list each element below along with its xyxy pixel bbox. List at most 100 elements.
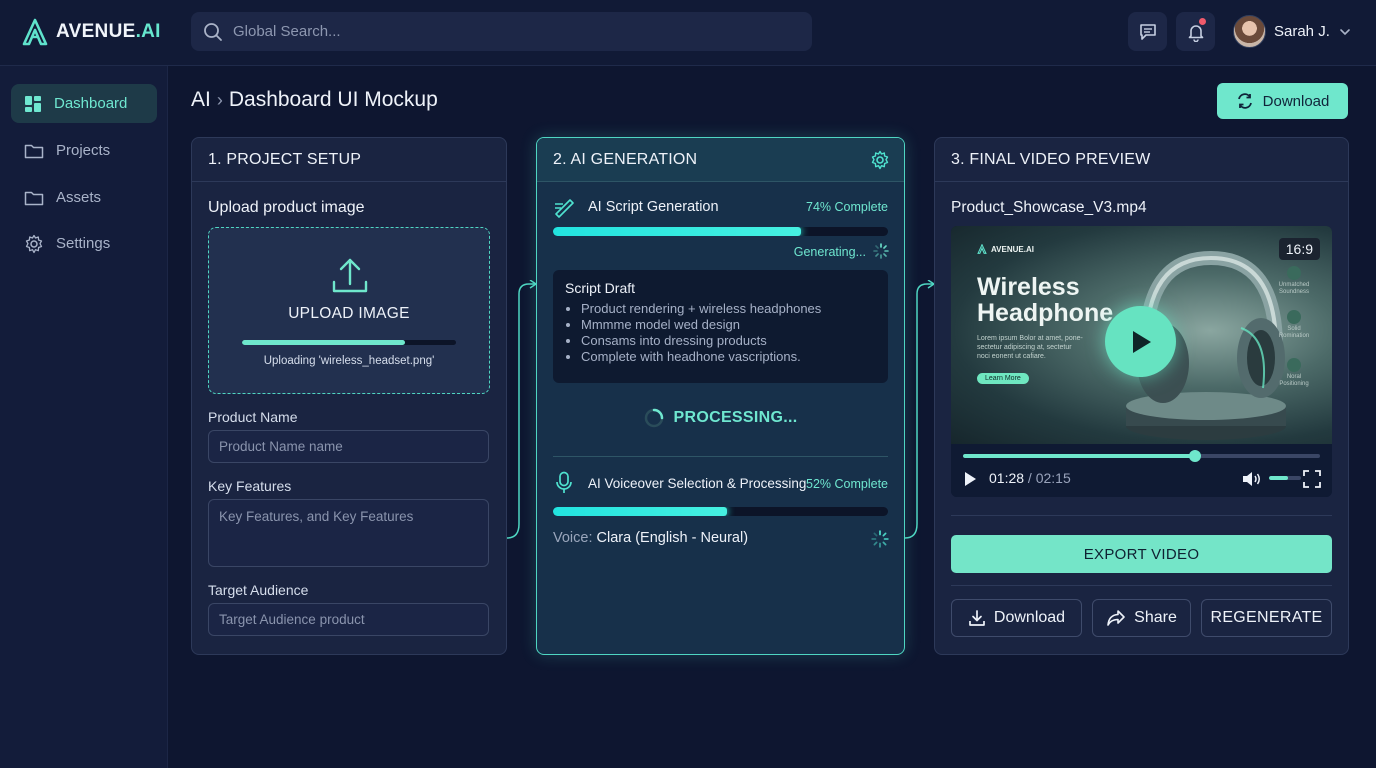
script-generation-label: AI Script Generation [588,199,719,215]
download-button[interactable]: Download [1217,83,1348,119]
divider [553,456,888,457]
notification-dot [1199,18,1206,25]
sidebar-item-label: Settings [56,235,111,252]
key-features-label: Key Features [208,478,292,494]
breadcrumb-root[interactable]: AI [191,88,211,112]
processing-text: PROCESSING... [673,409,798,426]
logo-text: AVENUE.AI [56,21,161,42]
thumbnail-feature: Noral Positioning [1271,358,1317,388]
export-video-button[interactable]: EXPORT VIDEO [951,535,1332,573]
panel-header: 2. AI GENERATION [537,138,904,182]
sidebar-item-settings[interactable]: Settings [11,224,157,263]
list-item: Mmmme model wed design [581,317,821,333]
sidebar-item-dashboard[interactable]: Dashboard [11,84,157,123]
regenerate-button[interactable]: REGENERATE [1201,599,1332,637]
voice-prefix: Voice: [553,530,593,546]
playback-time: 01:28 / 02:15 [989,470,1071,486]
flow-connector-1 [506,280,538,539]
key-features-field[interactable] [208,499,489,567]
upload-image-button[interactable]: UPLOAD IMAGE [209,305,489,323]
ai-generation-panel: 2. AI GENERATION AI Script Generation 74… [536,137,905,655]
voice-value: Clara (English - Neural) [596,530,749,546]
chevron-down-icon[interactable] [1338,25,1352,39]
page-title: Dashboard UI Mockup [228,88,438,111]
product-name-field[interactable] [208,430,489,463]
messages-button[interactable] [1128,12,1167,51]
upload-label: Upload product image [208,199,365,216]
upload-icon [332,258,368,293]
upload-progress-fill [242,340,405,345]
feature-icon [1287,266,1301,280]
panel-title: 3. FINAL VIDEO PREVIEW [935,138,1348,182]
gear-icon[interactable] [870,150,890,170]
top-bar: AVENUE.AI Sarah J. [0,0,1376,66]
fullscreen-icon[interactable] [1303,470,1321,488]
voiceover-progress-bar [553,507,888,516]
video-controls: 01:28 / 02:15 [951,444,1332,497]
target-audience-field[interactable] [208,603,489,636]
voiceover-label: AI Voiceover Selection & Processing [588,476,807,491]
list-item: Complete with headhone vascriptions. [581,349,821,365]
script-progress-fill [553,227,801,236]
microphone-icon [556,471,572,493]
learn-more-button: Learn More [977,373,1029,384]
download-video-button[interactable]: Download [951,599,1082,637]
script-draft-list: Product rendering + wireless headphones … [581,301,821,365]
play-icon[interactable] [963,471,977,487]
upload-progress-bar [242,340,456,345]
sidebar-item-label: Assets [56,189,102,206]
user-name: Sarah J. [1274,23,1330,40]
dashboard-grid-icon [25,95,41,112]
panel-title: 1. PROJECT SETUP [192,138,506,182]
generating-status: Generating... [793,245,866,259]
logo-icon [977,244,987,254]
video-seek-fill [963,454,1196,458]
script-progress-bar [553,227,888,236]
sidebar-item-projects[interactable]: Projects [11,131,157,170]
chat-icon [1139,23,1156,40]
loading-spinner-icon [873,243,889,259]
voiceover-progress-percent: 52% Complete [806,477,888,491]
video-seek-bar[interactable] [963,454,1320,458]
sidebar: Dashboard Projects Assets Settings [0,66,168,768]
thumbnail-feature: Unmatched Soundness [1271,266,1317,296]
script-pen-icon [555,199,574,218]
thumbnail-copy: Lorem ipsum Bolor at amet, pone- sectetu… [977,335,1083,360]
flow-connector-2 [904,280,936,539]
folder-icon [24,144,44,158]
upload-dropzone[interactable]: UPLOAD IMAGE Uploading 'wireless_headset… [208,227,490,394]
avatar[interactable] [1233,15,1266,48]
sync-icon [1237,93,1252,109]
voice-selection[interactable]: Voice: Clara (English - Neural) [553,530,748,546]
thumbnail-feature: Solid Romination [1271,310,1317,340]
download-label: Download [993,609,1066,626]
volume-icon[interactable] [1242,471,1262,487]
search-input[interactable] [233,23,773,40]
loading-spinner-icon [871,530,889,548]
share-button[interactable]: Share [1092,599,1191,637]
download-button-label: Download [1262,92,1330,110]
gear-icon [25,234,43,253]
processing-indicator: PROCESSING... [537,408,904,428]
global-search[interactable] [191,12,812,51]
video-thumbnail[interactable]: AVENUE.AI Wireless Headphone Lorem ipsum… [951,226,1332,444]
sidebar-item-assets[interactable]: Assets [11,178,157,217]
sidebar-item-label: Dashboard [54,95,128,112]
app-logo[interactable]: AVENUE.AI [22,18,161,46]
upload-status: Uploading 'wireless_headset.png' [263,355,435,367]
script-draft-title: Script Draft [565,280,636,296]
play-overlay-button[interactable] [1105,306,1176,377]
video-preview-panel: 3. FINAL VIDEO PREVIEW Product_Showcase_… [934,137,1349,655]
target-audience-label: Target Audience [208,582,309,598]
play-icon [1132,330,1151,353]
notifications-button[interactable] [1176,12,1215,51]
video-player[interactable]: AVENUE.AI Wireless Headphone Lorem ipsum… [951,226,1332,497]
volume-slider[interactable] [1269,476,1301,480]
breadcrumb-separator-icon: › [216,89,223,110]
user-menu[interactable]: Sarah J. [1233,14,1352,49]
share-icon [1107,610,1125,626]
thumbnail-title: Wireless Headphone [977,273,1114,327]
folder-icon [24,191,44,205]
processing-spinner-icon [644,408,663,428]
seek-handle[interactable] [1189,450,1202,462]
